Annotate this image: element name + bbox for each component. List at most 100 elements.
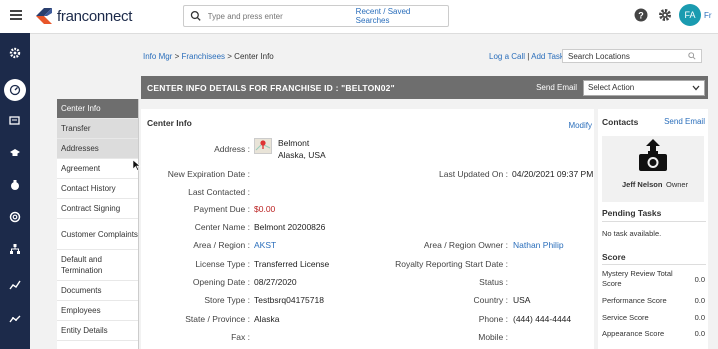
menu-item-label: Center Info: [61, 104, 101, 113]
modify-link[interactable]: Modify: [568, 121, 592, 130]
analytics-nav-icon[interactable]: [7, 277, 23, 293]
menu-item-documents[interactable]: Documents: [57, 281, 138, 301]
breadcrumb-franchisees[interactable]: Franchisees: [181, 52, 225, 61]
phone-label: Phone :: [478, 314, 508, 324]
user-name[interactable]: Fr: [704, 11, 718, 20]
user-avatar[interactable]: FA: [679, 4, 701, 26]
menu-item-transfer[interactable]: Transfer: [57, 119, 138, 139]
royalty-start-label: Royalty Reporting Start Date :: [395, 259, 508, 269]
page-title: CENTER INFO DETAILS FOR FRANCHISE ID : "…: [147, 82, 395, 93]
country-label: Country :: [473, 295, 509, 305]
menu-item-label: Documents: [61, 286, 102, 295]
settings-gear-icon[interactable]: [657, 7, 673, 23]
pending-tasks-heading: Pending Tasks: [602, 208, 662, 218]
opening-date-value: 08/27/2020: [254, 277, 297, 287]
action-links: Log a Call | Add Task: [489, 52, 564, 61]
location-search-placeholder: Search Locations: [568, 51, 630, 61]
chevron-down-icon: [692, 85, 700, 90]
menu-item-label: Contact History: [61, 184, 116, 193]
country-value: USA: [513, 295, 531, 305]
state-value: Alaska: [254, 314, 280, 324]
franconnect-logo[interactable]: franconnect: [34, 5, 132, 27]
menu-item-label: Addresses: [61, 144, 99, 153]
payment-due-label: Payment Due :: [193, 204, 250, 214]
contact-card[interactable]: Jeff Nelson Owner: [602, 136, 704, 202]
contacts-panel: Contacts Send Email Jeff Nelson Owner Pe…: [598, 109, 708, 349]
mouse-cursor-icon: [133, 160, 141, 171]
score-heading: Score: [602, 252, 626, 262]
finance-nav-icon[interactable]: [7, 177, 23, 193]
reports-nav-icon[interactable]: [7, 311, 23, 327]
support-nav-icon[interactable]: [7, 209, 23, 225]
logo-text: franconnect: [57, 7, 133, 25]
state-label: State / Province :: [185, 314, 250, 324]
opening-date-label: Opening Date :: [192, 277, 250, 287]
upload-photo-icon[interactable]: [637, 139, 669, 173]
mobile-label: Mobile :: [478, 332, 508, 342]
menu-item-label: Contract Signing: [61, 204, 121, 213]
menu-item-label: Customer Complaints: [61, 229, 138, 239]
menu-item-employees[interactable]: Employees: [57, 301, 138, 321]
menu-item-customer-complaints[interactable]: Customer Complaints: [57, 219, 138, 250]
select-action-dropdown[interactable]: Select Action: [583, 79, 705, 96]
area-region-label: Area / Region :: [193, 240, 250, 250]
area-owner-link[interactable]: Nathan Philip: [513, 240, 564, 250]
messages-nav-icon[interactable]: [7, 113, 23, 129]
pending-tasks-empty: No task available.: [602, 229, 662, 238]
menu-item-label: Entity Details: [61, 326, 108, 335]
contact-role: Owner: [666, 180, 689, 189]
fax-label: Fax :: [231, 332, 250, 342]
menu-item-contact-history[interactable]: Contact History: [57, 179, 138, 199]
help-icon[interactable]: ?: [633, 7, 649, 23]
global-search-input[interactable]: [205, 10, 356, 22]
score-value: 0.0: [694, 329, 705, 338]
menu-item-agreement[interactable]: Agreement: [57, 159, 138, 179]
new-expiration-label: New Expiration Date :: [167, 169, 250, 179]
menu-item-entity-details[interactable]: Entity Details: [57, 321, 138, 341]
license-type-label: License Type :: [195, 259, 250, 269]
dashboard-nav-icon[interactable]: [4, 79, 26, 101]
last-contacted-label: Last Contacted :: [188, 187, 250, 197]
center-name-label: Center Name :: [194, 222, 250, 232]
menu-item-center-info[interactable]: Center Info: [57, 99, 138, 119]
phone-value: (444) 444-4444: [513, 314, 572, 324]
hamburger-menu-icon[interactable]: [10, 10, 22, 20]
recent-saved-searches-link[interactable]: Recent / Saved Searches: [356, 7, 444, 25]
contacts-send-email-link[interactable]: Send Email: [664, 117, 705, 126]
svg-text:?: ?: [638, 11, 644, 21]
menu-item-contract-signing[interactable]: Contract Signing: [57, 199, 138, 219]
store-type-label: Store Type :: [204, 295, 250, 305]
breadcrumb-separator: >: [225, 52, 235, 61]
search-icon: [688, 52, 696, 60]
menu-item-addresses[interactable]: Addresses: [57, 139, 138, 159]
last-updated-value: 04/20/2021 09:37 PM: [512, 169, 594, 179]
center-name-value: Belmont 20200826: [254, 222, 326, 232]
breadcrumb-info-mgr[interactable]: Info Mgr: [143, 52, 172, 61]
logo-mark-icon: [36, 8, 52, 24]
center-side-menu: Center Info Transfer Addresses Agreement…: [57, 99, 139, 349]
center-info-title-bar: CENTER INFO DETAILS FOR FRANCHISE ID : "…: [141, 76, 708, 99]
hierarchy-nav-icon[interactable]: [7, 241, 23, 257]
score-value: 0.0: [694, 296, 705, 305]
contact-name[interactable]: Jeff Nelson: [622, 180, 662, 189]
map-location-icon[interactable]: [254, 138, 272, 154]
add-task-link[interactable]: Add Task: [531, 52, 564, 61]
menu-item-default-termination[interactable]: Default and Termination: [57, 250, 138, 281]
payment-due-value: $0.00: [254, 204, 276, 214]
search-icon: [190, 10, 201, 21]
log-call-link[interactable]: Log a Call: [489, 52, 525, 61]
location-search-input[interactable]: Search Locations: [562, 49, 702, 63]
score-label: Appearance Score: [602, 329, 665, 338]
area-region-link[interactable]: AKST: [254, 240, 276, 250]
training-nav-icon[interactable]: [7, 145, 23, 161]
settings-nav-icon[interactable]: [7, 45, 23, 61]
menu-item-label: Agreement: [61, 164, 101, 173]
area-owner-label: Area / Region Owner :: [423, 240, 508, 250]
center-info-panel: Center Info Modify Address : Belmont Ala…: [141, 109, 594, 349]
address-line1: Belmont: [278, 138, 310, 148]
global-search: Recent / Saved Searches: [183, 5, 449, 27]
contacts-heading: Contacts: [602, 117, 639, 127]
status-label: Status :: [479, 277, 508, 287]
breadcrumb: Info Mgr > Franchisees > Center Info: [143, 52, 274, 61]
left-nav: [0, 33, 30, 349]
